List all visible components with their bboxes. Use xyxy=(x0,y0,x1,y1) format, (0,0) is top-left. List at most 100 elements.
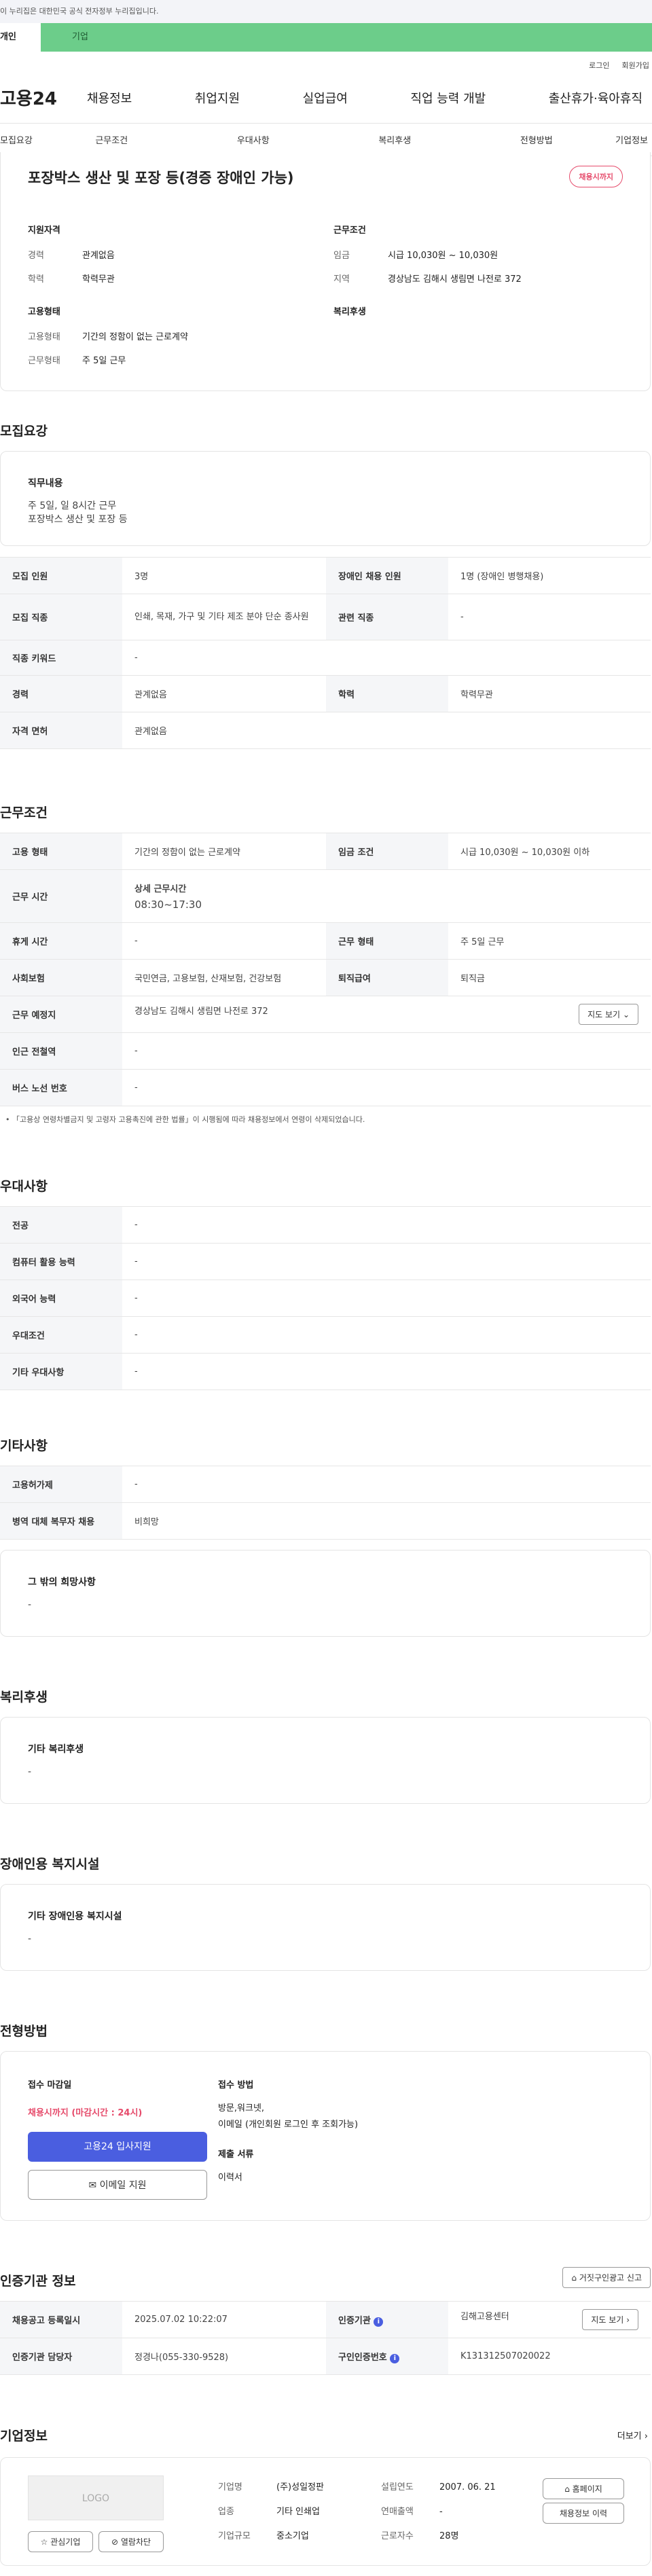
cell-value: 시급 10,030원 ~ 10,030원 이하 xyxy=(448,833,651,870)
docs-label: 제출 서류 xyxy=(218,2149,254,2160)
value: 학력무관 xyxy=(82,274,115,285)
recruit-title: 모집요강 xyxy=(0,424,48,439)
cert-map-button[interactable]: 지도 보기 › xyxy=(582,2309,638,2330)
value: (주)성일정판 xyxy=(276,2482,324,2492)
cell-value: - xyxy=(122,1243,651,1280)
process-title: 전형방법 xyxy=(0,2024,48,2039)
mail-icon: ✉ xyxy=(88,2180,97,2191)
subtab-recruit[interactable]: 모집요강 xyxy=(0,133,41,146)
etc-table: 고용허가제 - 병역 대체 복무자 채용 비희망 xyxy=(0,1466,651,1540)
value: 시급 10,030원 ~ 10,030원 xyxy=(388,251,499,261)
cell-head: 근무 형태 xyxy=(326,922,448,960)
welfare-block: 복리후생 xyxy=(333,304,366,329)
cert-map-label: 지도 보기 xyxy=(591,2315,624,2325)
block-button[interactable]: ⊘ 열람차단 xyxy=(98,2531,164,2552)
subtab-work[interactable]: 근무조건 xyxy=(41,133,183,146)
chevron-right-icon: › xyxy=(644,2431,648,2442)
condition-block: 근무조건 임금 시급 10,030원 ~ 10,030원 지역 경상남도 김해시 생… xyxy=(333,223,522,295)
block-icon: ⊘ xyxy=(111,2537,119,2547)
subtab-process[interactable]: 전형방법 xyxy=(466,133,608,146)
subtab-welfare[interactable]: 복리후생 xyxy=(324,133,466,146)
value: 기간의 정함이 없는 근로계약 xyxy=(82,332,188,342)
gnb-jobs[interactable]: 채용정보 xyxy=(87,89,132,107)
cell-value: 관계없음 xyxy=(122,675,326,712)
history-button[interactable]: 채용정보 이력 xyxy=(543,2503,624,2524)
info-icon[interactable]: i xyxy=(374,2317,384,2327)
subtab-pref[interactable]: 우대사항 xyxy=(183,133,325,146)
cell-head-text: 인증기관 xyxy=(338,2315,371,2326)
label: 경력 xyxy=(28,251,44,261)
deadline-badge: 채용시까지 xyxy=(569,166,623,187)
hours-value: 08:30~17:30 xyxy=(134,899,202,911)
welfare-title: 복리후생 xyxy=(0,1690,48,1705)
cell-head: 사회보험 xyxy=(0,959,122,996)
cell-head: 자격 면허 xyxy=(0,712,122,749)
method-value: 이메일 (개인회원 로그인 후 조회가능) xyxy=(218,2120,359,2130)
cell-value: - xyxy=(122,1032,651,1070)
label: 기업명 xyxy=(218,2482,242,2492)
favorite-button[interactable]: ☆ 관심기업 xyxy=(28,2531,93,2552)
cert-table: 채용공고 등록일시 2025.07.02 10:22:07 인증기관 i 김해고용센터… xyxy=(0,2301,651,2375)
email-apply-button[interactable]: ✉ 이메일 지원 xyxy=(28,2170,207,2200)
gnb-vocational[interactable]: 직업 능력 개발 xyxy=(410,89,486,107)
gov-banner: 이 누리집은 대한민국 공식 전자정부 누리집입니다. xyxy=(0,0,652,23)
cell-value: - xyxy=(122,1280,651,1317)
job-title: 포장박스 생산 및 포장 등(경증 장애인 가능) xyxy=(28,170,294,186)
signup-link[interactable]: 회원가입 xyxy=(622,61,649,70)
disability-box: 기타 장애인용 복지시설 - xyxy=(0,1884,651,1971)
cell-head: 임금 조건 xyxy=(326,833,448,870)
label: 고용형태 xyxy=(28,332,60,342)
fav-label: 관심기업 xyxy=(50,2537,81,2547)
note-text: 「고용상 연령차별금지 및 고령자 고용촉진에 관한 법률」이 시행됨에 따라 … xyxy=(12,1115,365,1124)
company-logo: LOGO xyxy=(28,2475,164,2520)
info-icon[interactable]: i xyxy=(390,2353,400,2363)
deadline-value: 채용시까지 (마감시간 : 24시) xyxy=(28,2108,143,2118)
label: 연매출액 xyxy=(381,2507,414,2517)
cell-head: 버스 노선 번호 xyxy=(0,1069,122,1106)
cell-value: - xyxy=(122,1069,651,1106)
cell-value: 2025.07.02 10:22:07 xyxy=(122,2301,326,2338)
cell-head: 인증기관 담당자 xyxy=(0,2338,122,2375)
site-logo[interactable]: 고용24 xyxy=(0,85,82,110)
cell-value: 기간의 정함이 없는 근로계약 xyxy=(122,833,326,870)
global-nav: 고용24 채용정보 취업지원 실업급여 직업 능력 개발 출산휴가·육아휴직 xyxy=(0,72,652,124)
chevron-right-icon: › xyxy=(626,2315,630,2325)
cell-head: 관련 직종 xyxy=(326,594,448,640)
more-label: 더보기 xyxy=(617,2431,642,2442)
report-button[interactable]: ⌂ 거짓구인광고 신고 xyxy=(562,2267,651,2288)
cell-value: 비희망 xyxy=(122,1502,651,1540)
label: 근로자수 xyxy=(381,2531,414,2541)
map-button[interactable]: 지도 보기 ⌄ xyxy=(579,1004,638,1025)
cell-head: 근무 시간 xyxy=(0,869,122,923)
label: 임금 xyxy=(333,251,350,261)
gnb-parental-leave[interactable]: 출산휴가·육아휴직 xyxy=(549,89,642,107)
disability-value: - xyxy=(28,1934,32,1944)
value: 경상남도 김해시 생림면 나전로 372 xyxy=(388,274,522,285)
cell-head: 외국어 능력 xyxy=(0,1280,122,1317)
apply-button[interactable]: 고용24 입사지원 xyxy=(28,2132,207,2162)
label: 설립연도 xyxy=(381,2482,414,2492)
tab-company[interactable]: 기업 xyxy=(41,23,652,52)
bullet-icon: • xyxy=(5,1115,12,1124)
pref-title: 우대사항 xyxy=(0,1179,48,1194)
duty-box: 직무내용 주 5일, 일 8시간 근무 포장박스 생산 및 포장 등 xyxy=(0,451,651,546)
tab-personal[interactable]: 개인 xyxy=(0,23,41,52)
login-link[interactable]: 로그인 xyxy=(589,61,609,70)
gnb-employment-support[interactable]: 취업지원 xyxy=(195,89,240,107)
home-icon: ⌂ xyxy=(564,2484,570,2494)
value: 28명 xyxy=(439,2531,459,2541)
cell-head: 장애인 채용 인원 xyxy=(326,557,448,594)
homepage-button[interactable]: ⌂ 홈페이지 xyxy=(543,2478,624,2499)
company-more-link[interactable]: 더보기 › xyxy=(617,2429,648,2442)
emp-heading: 고용형태 xyxy=(28,307,60,317)
duty-line: 주 5일, 일 8시간 근무 xyxy=(28,501,117,511)
gnb-unemployment[interactable]: 실업급여 xyxy=(303,89,348,107)
value: 관계없음 xyxy=(82,251,115,261)
cell-value: - xyxy=(122,1466,651,1503)
cell-value: - xyxy=(122,922,326,960)
cell-head: 직종 키워드 xyxy=(0,640,122,676)
cell-value: 주 5일 근무 xyxy=(448,922,651,960)
employment-block: 고용형태 고용형태 기간의 정함이 없는 근로계약 근무형태 주 5일 근무 xyxy=(28,304,188,377)
cell-value: 국민연금, 고용보험, 산재보험, 건강보험 xyxy=(122,959,326,996)
subtab-company[interactable]: 기업정보 xyxy=(607,133,648,146)
